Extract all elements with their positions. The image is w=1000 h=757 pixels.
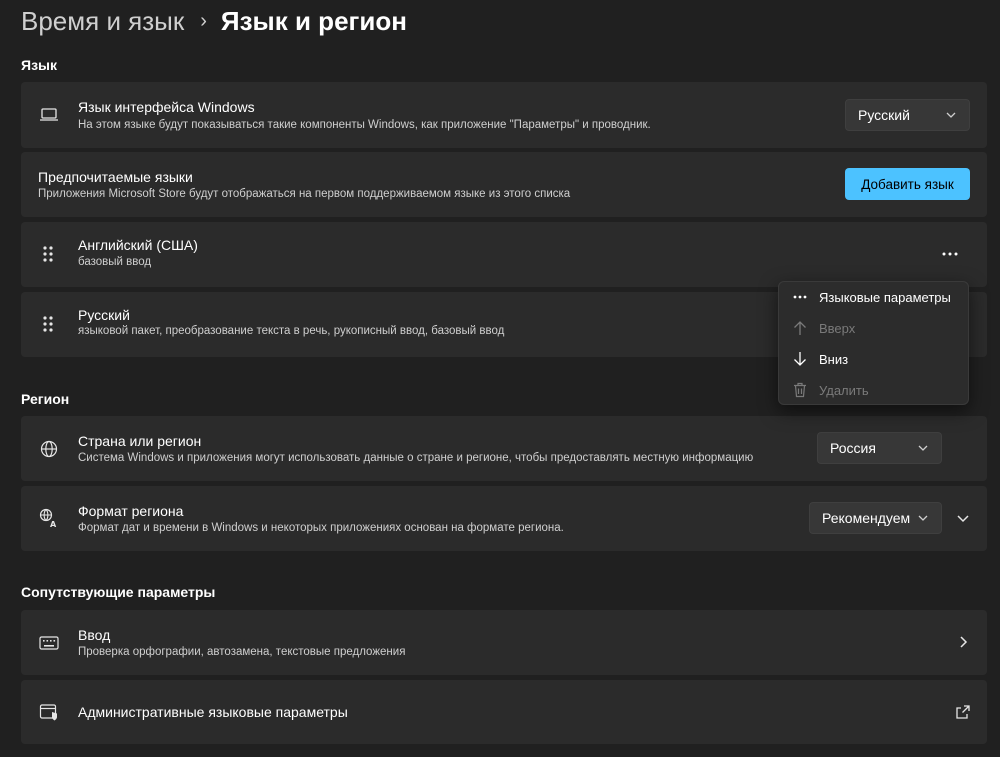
external-link-icon (956, 705, 970, 719)
language-russian-title: Русский (78, 307, 130, 323)
language-item-english[interactable]: Английский (США) базовый ввод (21, 222, 987, 287)
regional-format-value: Рекомендуем (822, 510, 911, 526)
regional-format-card[interactable]: A Формат региона Формат дат и времени в … (21, 486, 987, 551)
language-context-menu: Языковые параметры Вверх Вниз Удалить (778, 281, 969, 405)
chevron-down-icon (918, 445, 928, 451)
keyboard-icon (38, 632, 60, 654)
globe-icon (38, 438, 60, 460)
regional-format-dropdown[interactable]: Рекомендуем (809, 502, 942, 534)
display-language-dropdown[interactable]: Русский (845, 99, 970, 131)
regional-format-icon: A (38, 507, 60, 529)
menu-item-move-down[interactable]: Вниз (779, 344, 968, 374)
section-title-region: Регион (21, 391, 70, 407)
menu-item-label: Языковые параметры (819, 289, 951, 305)
breadcrumb: Время и язык › Язык и регион (21, 4, 407, 38)
section-title-related-settings: Сопутствующие параметры (21, 584, 216, 600)
laptop-icon (38, 104, 60, 126)
preferred-languages-subtitle: Приложения Microsoft Store будут отображ… (38, 188, 571, 200)
menu-item-language-options[interactable]: Языковые параметры (779, 282, 968, 312)
more-options-button[interactable] (936, 240, 964, 268)
language-russian-subtitle: языковой пакет, преобразование текста в … (78, 325, 505, 337)
expand-chevron-icon[interactable] (955, 510, 971, 526)
typing-link[interactable]: Ввод Проверка орфографии, автозамена, те… (21, 610, 987, 675)
typing-title: Ввод (78, 627, 111, 643)
section-title-language: Язык (21, 57, 57, 73)
admin-language-title: Административные языковые параметры (78, 704, 348, 720)
svg-text:A: A (50, 520, 57, 528)
language-english-subtitle: базовый ввод (78, 256, 152, 268)
display-language-card: Язык интерфейса Windows На этом языке бу… (21, 82, 987, 148)
drag-handle-icon[interactable] (41, 244, 55, 264)
display-language-title: Язык интерфейса Windows (78, 99, 255, 115)
breadcrumb-separator: › (200, 9, 207, 32)
page-title: Язык и регион (220, 5, 407, 36)
regional-format-title: Формат региона (78, 503, 184, 519)
country-region-subtitle: Система Windows и приложения могут испол… (78, 452, 754, 464)
admin-shield-icon (38, 701, 60, 723)
regional-format-subtitle: Формат дат и времени в Windows и некотор… (78, 522, 564, 534)
more-icon (942, 252, 958, 256)
display-language-subtitle: На этом языке будут показываться такие к… (78, 119, 651, 131)
menu-item-remove: Удалить (779, 375, 968, 405)
country-region-value: Россия (830, 440, 876, 456)
menu-item-label: Удалить (819, 382, 869, 398)
preferred-languages-card: Предпочитаемые языки Приложения Microsof… (21, 152, 987, 217)
display-language-value: Русский (858, 107, 910, 123)
arrow-down-icon (791, 350, 809, 368)
admin-language-settings-link[interactable]: Административные языковые параметры (21, 680, 987, 744)
chevron-down-icon (946, 112, 956, 118)
add-language-button[interactable]: Добавить язык (845, 168, 970, 200)
language-english-title: Английский (США) (78, 237, 198, 253)
country-region-card: Страна или регион Система Windows и прил… (21, 416, 987, 481)
menu-item-move-up: Вверх (779, 313, 968, 343)
more-icon (791, 288, 809, 306)
preferred-languages-title: Предпочитаемые языки (38, 169, 193, 185)
breadcrumb-parent-time-and-language[interactable]: Время и язык (21, 6, 184, 37)
drag-handle-icon[interactable] (41, 314, 55, 334)
menu-item-label: Вверх (819, 320, 856, 336)
menu-item-label: Вниз (819, 351, 849, 367)
chevron-right-icon (960, 636, 968, 648)
typing-subtitle: Проверка орфографии, автозамена, текстов… (78, 646, 406, 658)
country-region-title: Страна или регион (78, 433, 202, 449)
country-region-dropdown[interactable]: Россия (817, 432, 942, 464)
chevron-down-icon (918, 515, 928, 521)
trash-icon (791, 381, 809, 399)
arrow-up-icon (791, 319, 809, 337)
